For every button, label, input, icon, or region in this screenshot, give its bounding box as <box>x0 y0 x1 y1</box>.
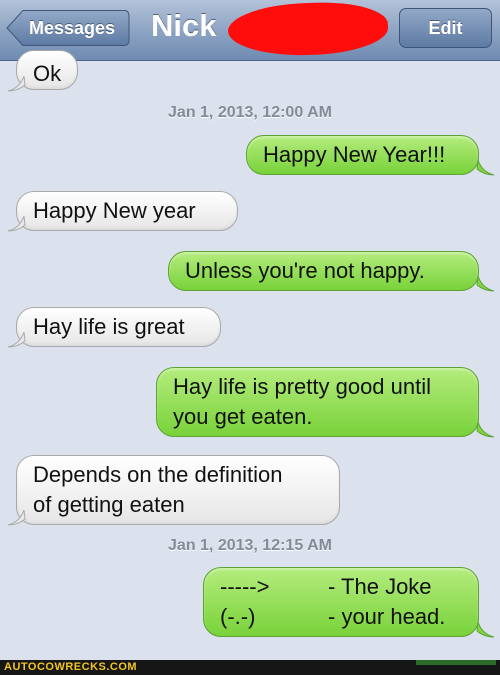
bubble-tail <box>7 332 26 348</box>
footer-badge <box>416 660 496 665</box>
message-text-cell: - your head. <box>328 604 446 629</box>
timestamp: Jan 1, 2013, 12:15 AM <box>168 537 332 554</box>
message-text-cell: (-.-) <box>220 604 256 629</box>
message-text-line: Hay life is pretty good until <box>173 374 432 399</box>
message-text: Hay life is great <box>33 314 185 339</box>
bubble-tail <box>7 76 26 92</box>
message-bubble-outgoing[interactable]: Happy New Year!!! <box>246 135 479 175</box>
message-bubble-incoming[interactable]: Depends on the definition of getting eat… <box>16 455 340 525</box>
bubble-tail <box>476 422 495 438</box>
redaction-mark <box>227 0 389 58</box>
bubble-tail <box>476 160 495 176</box>
message-text-line: Depends on the definition <box>33 462 283 487</box>
message-text: Happy New Year!!! <box>263 142 446 167</box>
bubble-tail <box>476 276 495 292</box>
message-bubble-incoming[interactable]: Hay life is great <box>16 307 221 347</box>
message-row: (-.-) - your head. <box>220 602 478 632</box>
bubble-tail <box>7 216 26 232</box>
watermark-text: AUTOCOWRECKS.COM <box>4 661 138 673</box>
bubble-tail <box>476 622 495 638</box>
message-text-cell: - The Joke <box>328 574 432 599</box>
timestamp: Jan 1, 2013, 12:00 AM <box>168 104 332 121</box>
navigation-bar: Messages Nick Edit <box>0 0 500 61</box>
message-bubble-outgoing[interactable]: Unless you're not happy. <box>168 251 479 291</box>
bubble-tail <box>7 510 26 526</box>
edit-button[interactable]: Edit <box>399 8 492 48</box>
message-text: Unless you're not happy. <box>185 258 425 283</box>
contact-name: Nick <box>151 8 217 43</box>
watermark-footer: AUTOCOWRECKS.COM <box>0 660 500 675</box>
message-text: Happy New year <box>33 198 196 223</box>
back-button[interactable]: Messages <box>6 9 130 47</box>
message-bubble-outgoing[interactable]: -----> - The Joke (-.-) - your head. <box>203 567 479 637</box>
message-row: -----> - The Joke <box>220 572 478 602</box>
message-text-line: you get eaten. <box>173 404 313 429</box>
message-text-cell: -----> <box>220 574 270 599</box>
message-bubble-outgoing[interactable]: Hay life is pretty good until you get ea… <box>156 367 479 437</box>
message-text: Ok <box>33 61 62 86</box>
message-bubble-incoming[interactable]: Happy New year <box>16 191 238 231</box>
back-button-label: Messages <box>28 18 116 38</box>
message-text-line: of getting eaten <box>33 492 185 517</box>
